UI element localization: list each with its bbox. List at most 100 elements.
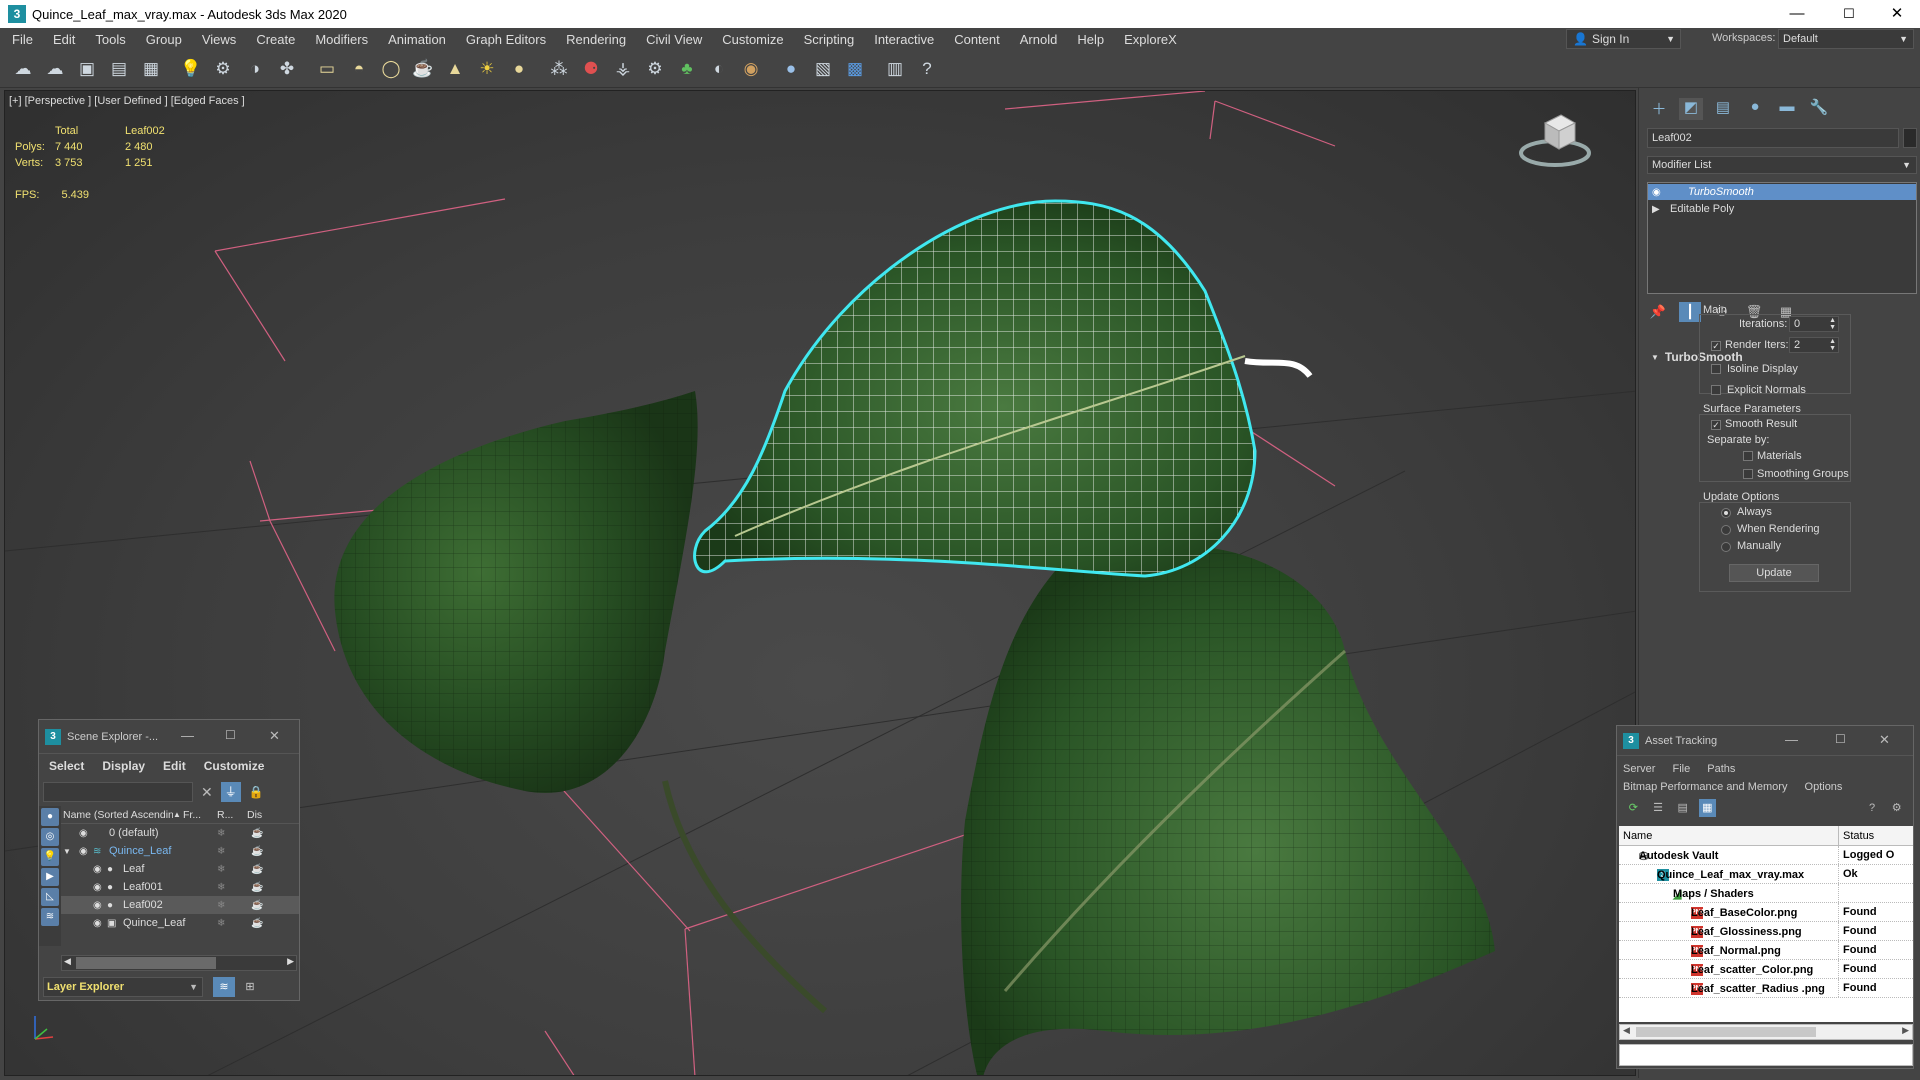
minimize-button[interactable]: — bbox=[1774, 0, 1820, 28]
lock-icon[interactable]: 🔒 bbox=[249, 785, 264, 799]
chevron-left-icon[interactable]: ◀ bbox=[64, 956, 71, 967]
menu-options[interactable]: Options bbox=[1805, 781, 1843, 793]
gear-icon[interactable]: ⚙ bbox=[642, 56, 668, 82]
menu-file[interactable]: File bbox=[1672, 763, 1690, 775]
settings-icon[interactable]: ⚙ bbox=[1888, 799, 1905, 817]
menu-customize[interactable]: Customize bbox=[204, 759, 265, 773]
menu-rendering[interactable]: Rendering bbox=[556, 32, 636, 47]
motion-tab-icon[interactable]: ● bbox=[1743, 98, 1767, 120]
render-icon[interactable]: ☕ bbox=[251, 864, 263, 875]
display-helpers-icon[interactable]: ◺ bbox=[41, 888, 59, 906]
sun-icon[interactable]: ☀ bbox=[474, 56, 500, 82]
freeze-icon[interactable]: ❄ bbox=[217, 846, 225, 857]
bind-icon[interactable]: ✤ bbox=[274, 56, 300, 82]
column-name[interactable]: Name (Sorted Ascending) bbox=[61, 809, 173, 821]
table-row[interactable]: PNG Leaf_scatter_Color.png Found bbox=[1619, 960, 1913, 979]
menu-create[interactable]: Create bbox=[246, 32, 305, 47]
box-icon[interactable]: ▭ bbox=[314, 56, 340, 82]
hierarchy-tab-icon[interactable]: ▤ bbox=[1711, 98, 1735, 120]
material-editor-icon[interactable]: ▤ bbox=[106, 56, 132, 82]
list-item[interactable]: ◉ ▣ Quince_Leaf ❄ ☕ bbox=[61, 914, 299, 932]
help-icon[interactable]: ? bbox=[914, 56, 940, 82]
list-item[interactable]: ◉ ● Leaf001 ❄ ☕ bbox=[61, 878, 299, 896]
hemisphere-icon[interactable]: ◓ bbox=[346, 56, 372, 82]
export-icon[interactable]: ▥ bbox=[882, 56, 908, 82]
undo-icon[interactable]: ☁ bbox=[10, 56, 36, 82]
utilities-tab-icon[interactable]: 🔧 bbox=[1807, 98, 1831, 120]
render-icon[interactable]: ☕ bbox=[251, 918, 263, 929]
pin-stack-icon[interactable]: 📌 bbox=[1647, 302, 1669, 322]
freeze-icon[interactable]: ❄ bbox=[217, 882, 225, 893]
column-frozen[interactable]: Fr... bbox=[183, 809, 217, 821]
display-cameras-icon[interactable]: ▶ bbox=[41, 868, 59, 886]
menu-arnold[interactable]: Arnold bbox=[1010, 32, 1068, 47]
layers-toggle-icon[interactable]: ≋ bbox=[213, 977, 235, 997]
particle-icon[interactable]: ⁂ bbox=[546, 56, 572, 82]
eye-icon[interactable]: ◉ bbox=[1652, 187, 1670, 198]
stack-item-turbosmooth[interactable]: ◉ TurboSmooth bbox=[1648, 184, 1916, 200]
chevron-right-icon[interactable]: ▶ bbox=[1652, 204, 1670, 215]
update-button[interactable]: Update bbox=[1729, 564, 1819, 582]
list-item-selected[interactable]: ◉ ● Leaf002 ❄ ☕ bbox=[61, 896, 299, 914]
menu-animation[interactable]: Animation bbox=[378, 32, 456, 47]
render-setup-icon[interactable]: ▣ bbox=[74, 56, 100, 82]
object-name-field[interactable]: Leaf002 bbox=[1647, 128, 1899, 148]
minimize-button[interactable]: — bbox=[181, 728, 194, 743]
scrollbar-thumb[interactable] bbox=[1636, 1027, 1816, 1037]
column-display[interactable]: Dis bbox=[247, 809, 267, 821]
scrollbar-thumb[interactable] bbox=[76, 957, 216, 969]
viewport-label[interactable]: [+] [Perspective ] [User Defined ] [Edge… bbox=[9, 95, 245, 107]
minimize-button[interactable]: — bbox=[1785, 732, 1798, 747]
freeze-icon[interactable]: ❄ bbox=[217, 900, 225, 911]
search-input[interactable] bbox=[43, 782, 193, 802]
sign-in-dropdown[interactable]: 👤 Sign In ▼ bbox=[1566, 29, 1681, 49]
help-icon[interactable]: ? bbox=[1864, 799, 1881, 817]
eye-icon[interactable]: ◉ bbox=[93, 864, 102, 875]
sphere-icon[interactable]: ◯ bbox=[378, 56, 404, 82]
eye-icon[interactable]: ◉ bbox=[93, 900, 102, 911]
table-row[interactable]: 3 Quince_Leaf_max_vray.max Ok bbox=[1619, 865, 1913, 884]
freeze-icon[interactable]: ❄ bbox=[217, 918, 225, 929]
menu-explorex[interactable]: ExploreX bbox=[1114, 32, 1187, 47]
render-icon[interactable]: ▧ bbox=[810, 56, 836, 82]
explicit-normals-checkbox[interactable] bbox=[1711, 385, 1721, 395]
close-button[interactable]: ✕ bbox=[1879, 732, 1890, 748]
detail-view-icon[interactable]: ▤ bbox=[1674, 799, 1691, 817]
display-geometry-icon[interactable]: ● bbox=[41, 808, 59, 826]
menu-file[interactable]: File bbox=[0, 32, 43, 47]
render-icon[interactable]: ☕ bbox=[251, 846, 263, 857]
table-view-icon[interactable]: ▦ bbox=[1699, 799, 1716, 817]
show-end-result-icon[interactable]: ┃ bbox=[1679, 302, 1701, 322]
spinner-arrows-icon[interactable]: ▲ ▼ bbox=[1829, 338, 1836, 352]
maximize-button[interactable]: ☐ bbox=[1835, 732, 1846, 746]
list-item[interactable]: ◉ ● Leaf ❄ ☕ bbox=[61, 860, 299, 878]
teapot-icon[interactable]: ☕ bbox=[410, 56, 436, 82]
column-render[interactable]: R... bbox=[217, 809, 247, 821]
menu-display[interactable]: Display bbox=[102, 759, 145, 773]
menu-select[interactable]: Select bbox=[49, 759, 84, 773]
column-name[interactable]: Name bbox=[1619, 826, 1839, 845]
eye-icon[interactable]: ◉ bbox=[93, 882, 102, 893]
modify-tab-icon[interactable]: ◩ bbox=[1679, 98, 1703, 120]
hdr-icon[interactable]: ◐ bbox=[706, 56, 732, 82]
cone-icon[interactable]: ▲ bbox=[442, 56, 468, 82]
menu-interactive[interactable]: Interactive bbox=[864, 32, 944, 47]
freeze-icon[interactable]: ❄ bbox=[217, 864, 225, 875]
render-icon[interactable]: ☕ bbox=[251, 882, 263, 893]
table-row[interactable]: PNG Leaf_Glossiness.png Found bbox=[1619, 922, 1913, 941]
menu-tools[interactable]: Tools bbox=[85, 32, 135, 47]
eye-icon[interactable]: ◉ bbox=[93, 918, 102, 929]
create-tab-icon[interactable]: ＋ bbox=[1647, 98, 1671, 120]
maximize-button[interactable]: ☐ bbox=[1826, 0, 1872, 28]
horizontal-scrollbar[interactable]: ◀ ▶ bbox=[1619, 1024, 1913, 1040]
list-view-icon[interactable]: ☰ bbox=[1650, 799, 1667, 817]
modifier-list-dropdown[interactable]: Modifier List ▼ bbox=[1647, 156, 1917, 174]
isoline-display-checkbox[interactable] bbox=[1711, 364, 1721, 374]
layer-manager-icon[interactable]: ▦ bbox=[138, 56, 164, 82]
clear-search-icon[interactable]: ✕ bbox=[201, 784, 213, 801]
menu-graph-editors[interactable]: Graph Editors bbox=[456, 32, 556, 47]
menu-group[interactable]: Group bbox=[136, 32, 192, 47]
light-lister-icon[interactable]: 💡 bbox=[178, 56, 204, 82]
explorer-type-dropdown[interactable]: Layer Explorer ▼ bbox=[43, 977, 203, 997]
column-status[interactable]: Status bbox=[1839, 826, 1913, 845]
